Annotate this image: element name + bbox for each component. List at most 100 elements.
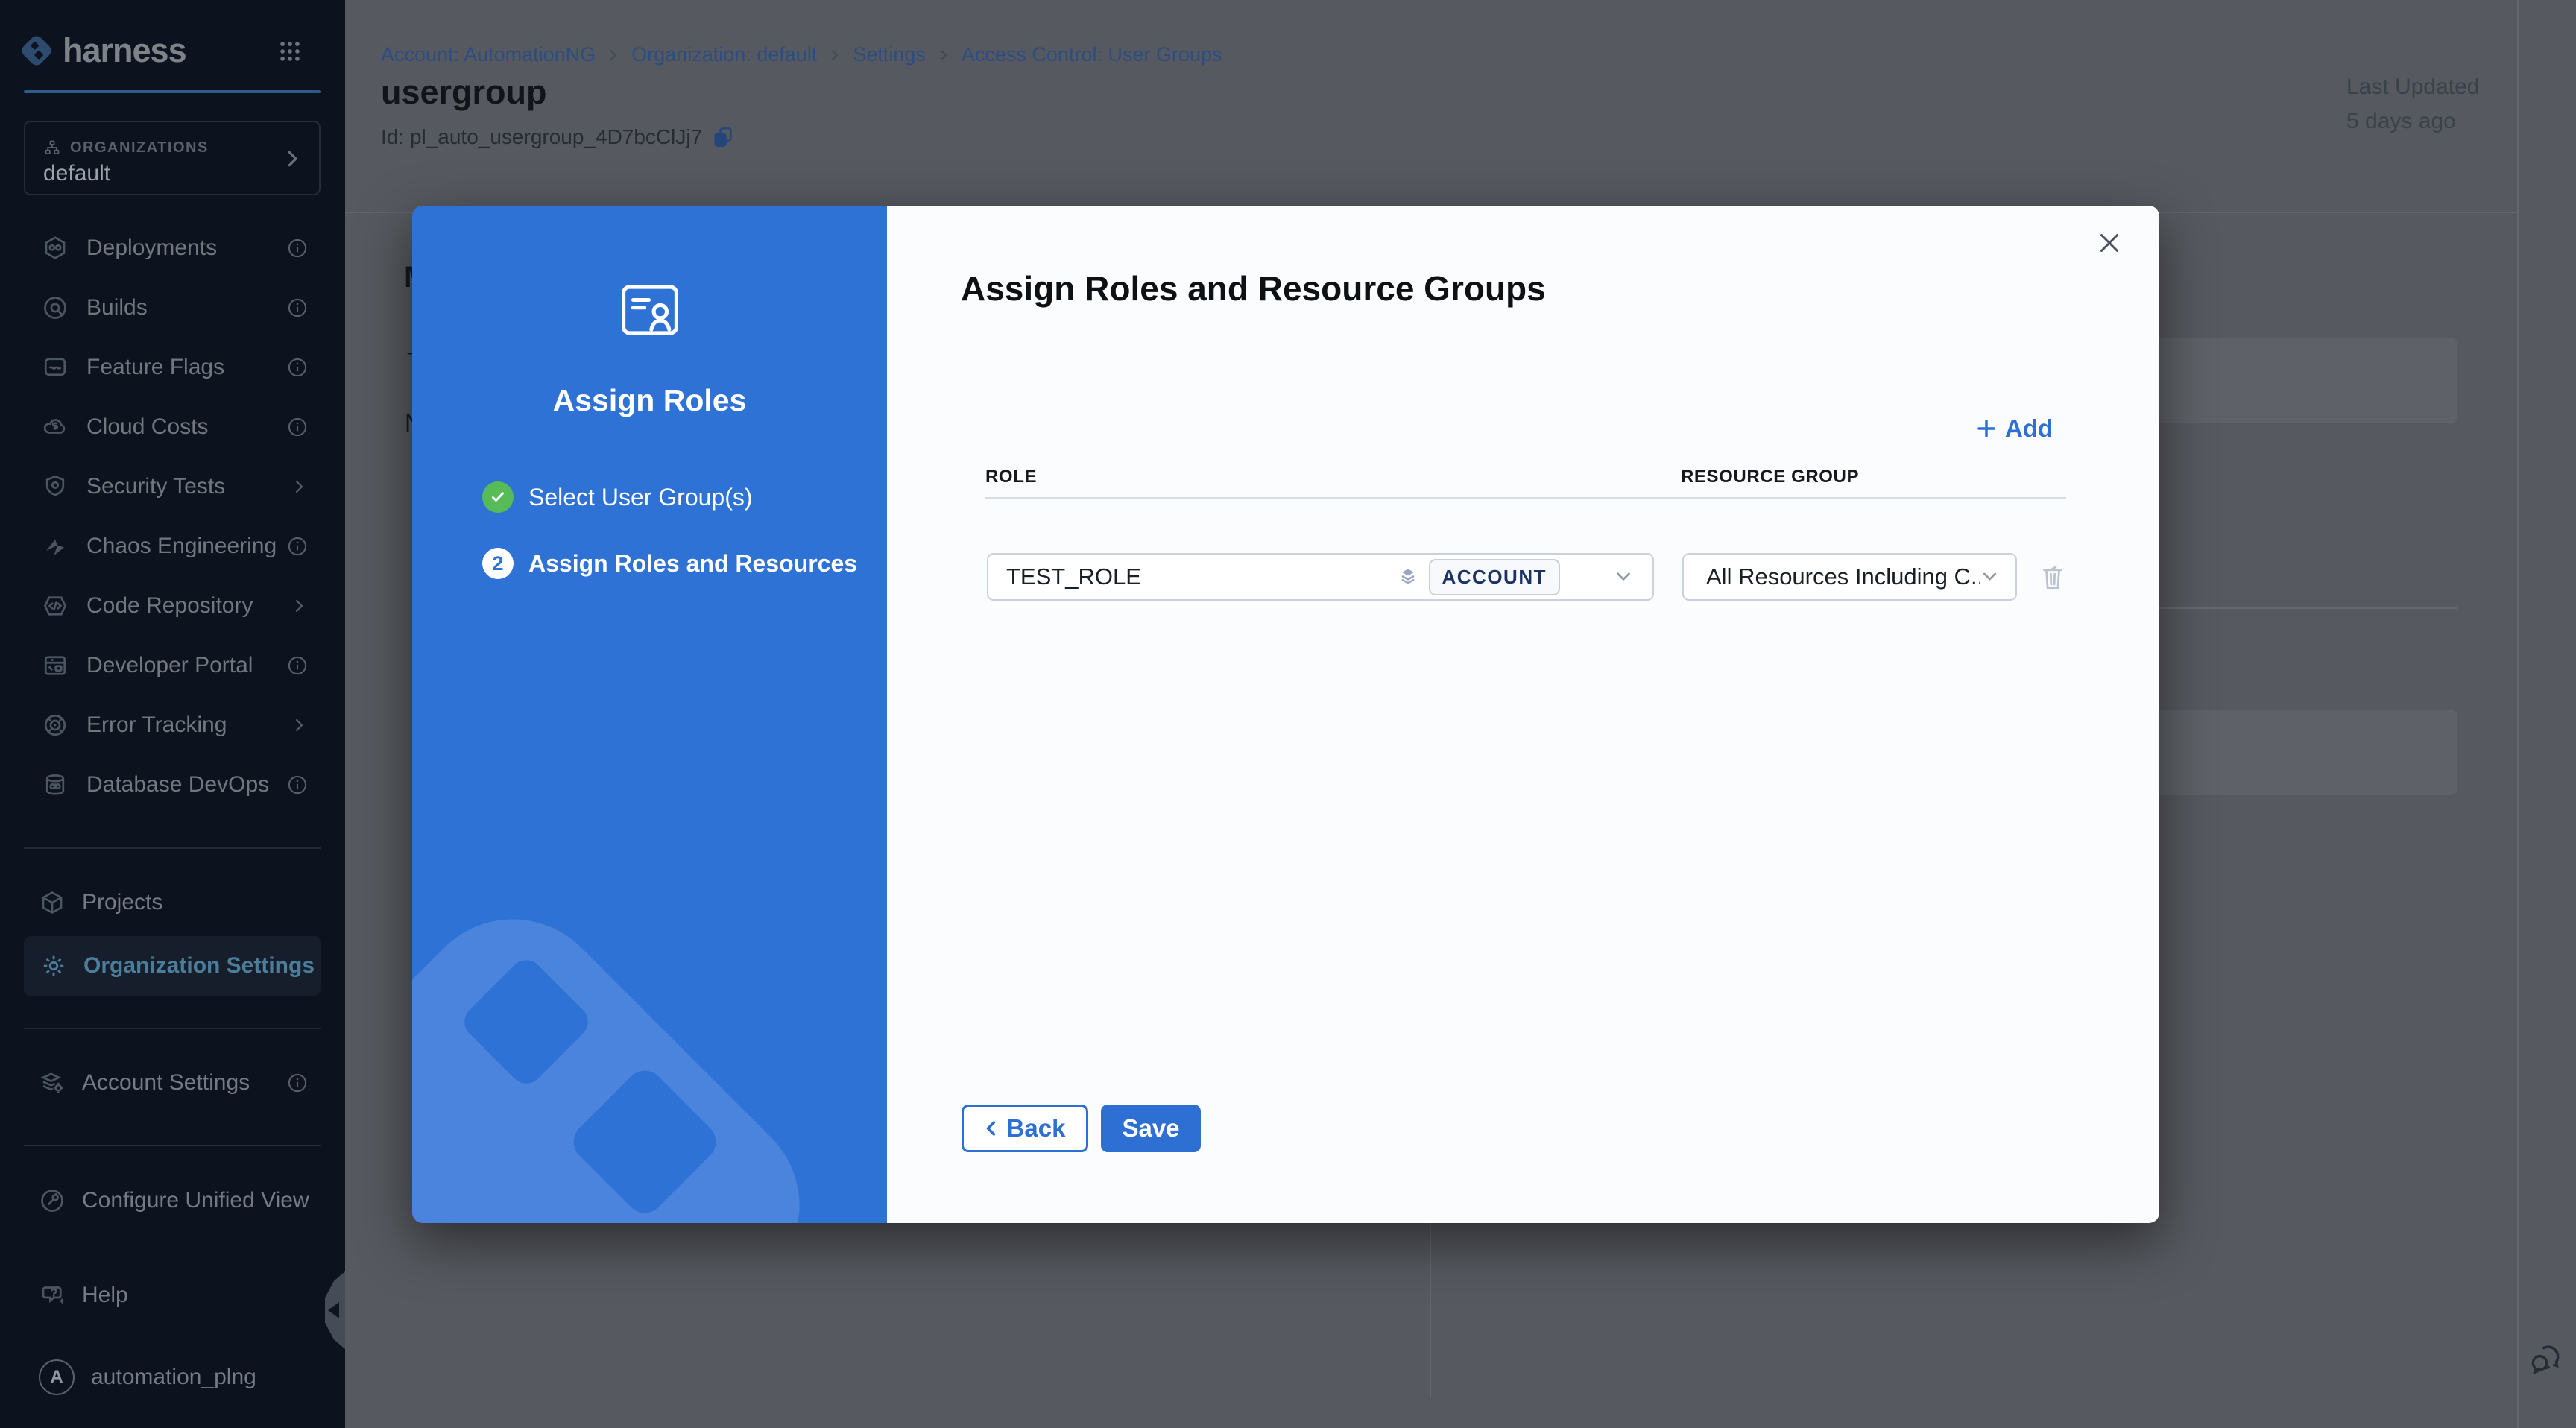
cloud-costs-icon (42, 414, 69, 440)
role-column-header: ROLE (985, 467, 1037, 487)
avatar: A (39, 1359, 75, 1395)
sidebar-item-label: Error Tracking (86, 713, 227, 738)
chaos-engineering-icon (42, 533, 69, 560)
entity-id: Id: pl_auto_usergroup_4D7bcClJj7 (381, 125, 733, 149)
sidebar-item-account-settings[interactable]: Account Settings (0, 1053, 345, 1113)
feature-flags-icon (42, 354, 69, 381)
breadcrumb-organization[interactable]: Organization: default (631, 43, 817, 66)
step-number-badge: 2 (482, 548, 514, 579)
code-repository-icon (42, 593, 69, 619)
breadcrumb-account[interactable]: Account: AutomationNG (381, 43, 596, 66)
developer-portal-icon (42, 652, 69, 679)
resource-group-select[interactable]: All Resources Including C... (1682, 553, 2017, 601)
hierarchy-icon (43, 139, 61, 157)
sidebar-item-label: Chaos Engineering (86, 534, 277, 559)
breadcrumb-settings[interactable]: Settings (853, 43, 926, 66)
copy-icon[interactable] (713, 125, 733, 149)
sidebar-item-chaos-engineering[interactable]: Chaos Engineering (0, 516, 345, 576)
info-icon[interactable] (287, 417, 308, 437)
info-icon[interactable] (287, 238, 308, 259)
assign-roles-form: Assign Roles and Resource Groups Add ROL… (887, 206, 2159, 1223)
breadcrumb-user-groups[interactable]: Access Control: User Groups (962, 43, 1222, 66)
modal-title: Assign Roles and Resource Groups (961, 268, 1546, 309)
sidebar-item-organization-settings[interactable]: Organization Settings (24, 936, 321, 996)
gear-icon (40, 952, 67, 979)
sidebar-item-code-repository[interactable]: Code Repository (0, 576, 345, 636)
add-button[interactable]: Add (1975, 414, 2053, 443)
chevron-right-icon (290, 716, 308, 734)
harness-logo-text: harness (63, 31, 186, 70)
sidebar-item-projects[interactable]: Projects (0, 873, 345, 932)
sidebar-item-help[interactable]: Help (0, 1266, 345, 1325)
sidebar-user[interactable]: A automation_plng (0, 1348, 345, 1407)
sidebar-item-label: Feature Flags (86, 355, 224, 380)
breadcrumb: Account: AutomationNG Organization: defa… (381, 43, 1222, 66)
sidebar-item-cloud-costs[interactable]: Cloud Costs (0, 397, 345, 457)
user-name: automation_plng (91, 1365, 256, 1390)
info-icon[interactable] (287, 297, 308, 318)
sidebar-item-label: Projects (82, 890, 162, 915)
org-selector-value: default (43, 161, 110, 186)
sidebar-accent-rule (24, 90, 321, 93)
add-button-label: Add (2005, 414, 2053, 443)
help-chat-icon (39, 1282, 66, 1309)
projects-icon (39, 889, 66, 916)
resource-group-column-header: RESOURCE GROUP (1681, 467, 1859, 487)
sidebar-item-configure-unified-view[interactable]: Configure Unified View (0, 1171, 345, 1230)
sidebar-item-label: Cloud Costs (86, 414, 208, 440)
chevron-left-icon (985, 1118, 998, 1139)
support-chat-icon[interactable] (2528, 1340, 2566, 1379)
sidebar-item-error-tracking[interactable]: Error Tracking (0, 695, 345, 755)
save-button[interactable]: Save (1101, 1105, 1201, 1152)
info-icon[interactable] (287, 774, 308, 795)
scope-tag: ACCOUNT (1429, 559, 1561, 595)
sidebar-item-security-tests[interactable]: Security Tests (0, 457, 345, 516)
org-selector[interactable]: ORGANIZATIONS default (24, 121, 321, 195)
resource-group-value: All Resources Including C... (1706, 563, 1980, 590)
step-label: Select User Group(s) (528, 484, 753, 511)
wizard-step-select-user-groups[interactable]: Select User Group(s) (482, 481, 753, 513)
sidebar-divider (24, 1145, 321, 1146)
sidebar-item-label: Security Tests (86, 474, 225, 499)
module-grid-icon[interactable] (277, 39, 303, 64)
deployments-icon (42, 235, 69, 262)
sidebar-item-label: Deployments (86, 236, 217, 261)
sidebar-divider (24, 1028, 321, 1029)
chevron-down-icon (1614, 570, 1633, 584)
chevron-right-icon (607, 47, 619, 63)
sidebar-item-developer-portal[interactable]: Developer Portal (0, 636, 345, 695)
last-updated: Last Updated 5 days ago (2346, 70, 2479, 139)
sidebar-divider (24, 847, 321, 849)
info-icon[interactable] (287, 655, 308, 676)
chevron-right-icon (938, 47, 950, 63)
last-updated-label: Last Updated (2346, 70, 2479, 104)
sidebar-item-builds[interactable]: Builds (0, 278, 345, 338)
delete-row-button[interactable] (2039, 562, 2067, 592)
collapse-arrow-icon (328, 1302, 339, 1318)
scope-layers-icon (1396, 565, 1420, 589)
sidebar-item-deployments[interactable]: Deployments (0, 218, 345, 278)
harness-logo: harness (19, 31, 186, 70)
back-button[interactable]: Back (962, 1105, 1088, 1152)
info-icon[interactable] (287, 536, 308, 557)
error-tracking-icon (42, 712, 69, 739)
role-select[interactable]: TEST_ROLE ACCOUNT (987, 553, 1654, 601)
page-title: usergroup (381, 73, 547, 112)
info-icon[interactable] (287, 357, 308, 378)
sidebar-item-database-devops[interactable]: Database DevOps (0, 755, 345, 815)
close-icon[interactable] (2090, 224, 2129, 262)
database-devops-icon (42, 771, 69, 798)
plus-icon (1975, 417, 1998, 440)
step-label: Assign Roles and Resources (528, 550, 857, 578)
wizard-step-assign-roles[interactable]: 2 Assign Roles and Resources (482, 548, 857, 579)
sidebar-item-label: Builds (86, 295, 148, 320)
info-icon[interactable] (287, 1072, 308, 1093)
sidebar-item-feature-flags[interactable]: Feature Flags (0, 338, 345, 397)
sidebar-item-label: Code Repository (86, 593, 253, 619)
sidebar-item-label: Account Settings (82, 1070, 250, 1096)
wizard-title: Assign Roles (412, 383, 887, 418)
sidebar-item-label: Database DevOps (86, 772, 269, 797)
wizard-panel: Assign Roles Select User Group(s) 2 Assi… (412, 206, 887, 1223)
entity-id-text: Id: pl_auto_usergroup_4D7bcClJj7 (381, 125, 702, 149)
role-value: TEST_ROLE (1006, 563, 1141, 590)
